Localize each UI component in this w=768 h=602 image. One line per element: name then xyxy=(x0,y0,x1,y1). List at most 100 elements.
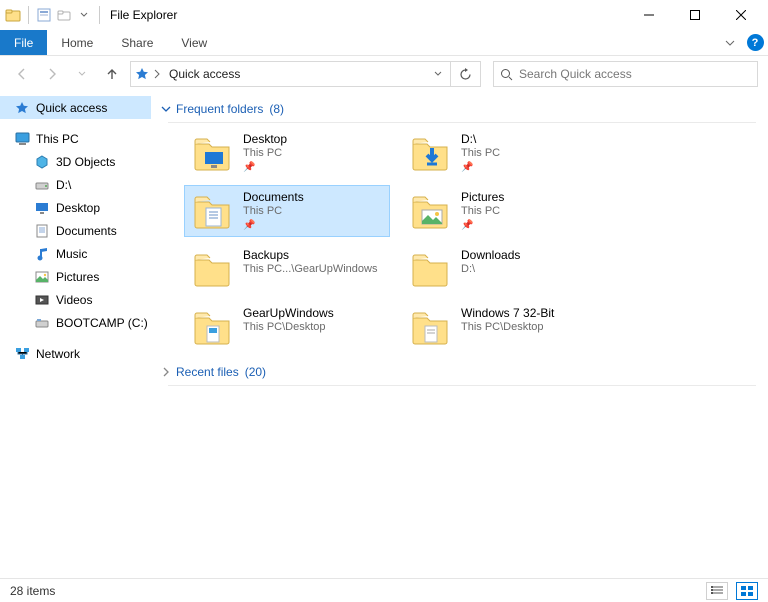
quick-access-toolbar xyxy=(4,6,104,24)
sidebar-item-label: Quick access xyxy=(36,101,107,115)
folder-location: This PC xyxy=(243,147,287,161)
sidebar-item[interactable]: Pictures xyxy=(0,265,151,288)
section-frequent-folders[interactable]: Frequent folders (8) xyxy=(160,102,756,116)
app-icon xyxy=(4,6,22,24)
folder-location: This PC\Desktop xyxy=(461,321,554,335)
sidebar-item-this-pc[interactable]: This PC xyxy=(0,127,151,150)
tab-view[interactable]: View xyxy=(167,30,221,55)
address-dropdown-icon[interactable] xyxy=(430,70,446,78)
folder-item[interactable]: Windows 7 32-BitThis PC\Desktop xyxy=(402,301,608,353)
sidebar-item[interactable]: Documents xyxy=(0,219,151,242)
navigation-pane: Quick access This PC 3D ObjectsD:\ Deskto… xyxy=(0,92,152,578)
tab-home[interactable]: Home xyxy=(47,30,107,55)
pc-icon xyxy=(14,131,30,147)
help-icon: ? xyxy=(747,34,764,51)
minimize-button[interactable] xyxy=(626,0,672,30)
sidebar-item-label: Music xyxy=(56,247,87,261)
folder-icon xyxy=(409,132,451,174)
pin-icon: 📌 xyxy=(461,220,504,233)
search-placeholder: Search Quick access xyxy=(519,67,632,81)
sidebar-item-label: Videos xyxy=(56,293,92,307)
chevron-down-icon xyxy=(160,103,172,115)
separator xyxy=(28,6,29,24)
pin-icon: 📌 xyxy=(243,162,287,175)
search-box[interactable]: Search Quick access xyxy=(493,61,758,87)
folder-item[interactable]: BackupsThis PC...\GearUpWindows xyxy=(184,243,390,295)
objects-icon xyxy=(34,154,50,170)
sidebar-item[interactable]: Music xyxy=(0,242,151,265)
address-bar[interactable]: Quick access xyxy=(130,61,451,87)
folder-name: Backups xyxy=(243,248,377,263)
folder-item[interactable]: DocumentsThis PC📌 xyxy=(184,185,390,237)
music-icon xyxy=(34,246,50,262)
refresh-button[interactable] xyxy=(451,61,481,87)
folder-name: Documents xyxy=(243,190,304,205)
close-button[interactable] xyxy=(718,0,764,30)
folder-location: This PC xyxy=(243,205,304,219)
ribbon-collapse-icon[interactable] xyxy=(718,30,742,55)
folder-item[interactable]: DownloadsD:\ xyxy=(402,243,608,295)
sidebar-item-quick-access[interactable]: Quick access xyxy=(0,96,151,119)
folder-name: Pictures xyxy=(461,190,504,205)
properties-icon[interactable] xyxy=(35,6,53,24)
sidebar-item[interactable]: Desktop xyxy=(0,196,151,219)
folder-icon xyxy=(409,248,451,290)
star-icon xyxy=(14,100,30,116)
view-details-button[interactable] xyxy=(706,582,728,600)
title-bar: File Explorer xyxy=(0,0,768,30)
sidebar-item[interactable]: Videos xyxy=(0,288,151,311)
section-count: (8) xyxy=(269,102,284,116)
folder-item[interactable]: GearUpWindowsThis PC\Desktop xyxy=(184,301,390,353)
folders-grid: DesktopThis PC📌D:\This PC📌DocumentsThis … xyxy=(160,123,756,361)
documents-icon xyxy=(34,223,50,239)
folder-icon xyxy=(409,190,451,232)
help-button[interactable]: ? xyxy=(742,30,768,55)
ribbon-tabs: File Home Share View ? xyxy=(0,30,768,56)
window-title: File Explorer xyxy=(110,8,177,22)
qat-dropdown-icon[interactable] xyxy=(75,6,93,24)
recent-locations-button[interactable] xyxy=(70,62,94,86)
folder-location: D:\ xyxy=(461,263,520,277)
back-button[interactable] xyxy=(10,62,34,86)
folder-icon xyxy=(409,306,451,348)
chevron-right-icon[interactable] xyxy=(153,69,161,79)
folder-name: Downloads xyxy=(461,248,520,263)
status-item-count: 28 items xyxy=(10,584,55,598)
sidebar-item-label: BOOTCAMP (C:) xyxy=(56,316,148,330)
section-recent-files[interactable]: Recent files (20) xyxy=(160,365,756,379)
section-title: Frequent folders xyxy=(176,102,263,116)
folder-name: D:\ xyxy=(461,132,500,147)
chevron-right-icon xyxy=(160,366,172,378)
sidebar-item-label: Desktop xyxy=(56,201,100,215)
folder-icon xyxy=(191,132,233,174)
folder-item[interactable]: PicturesThis PC📌 xyxy=(402,185,608,237)
separator xyxy=(99,6,100,24)
sidebar-item[interactable]: D:\ xyxy=(0,173,151,196)
up-button[interactable] xyxy=(100,62,124,86)
folder-item[interactable]: DesktopThis PC📌 xyxy=(184,127,390,179)
folder-item[interactable]: D:\This PC📌 xyxy=(402,127,608,179)
folder-name: GearUpWindows xyxy=(243,306,334,321)
sidebar-item[interactable]: 3D Objects xyxy=(0,150,151,173)
sidebar-item-label: Network xyxy=(36,347,80,361)
pictures-icon xyxy=(34,269,50,285)
folder-location: This PC xyxy=(461,205,504,219)
new-folder-icon[interactable] xyxy=(55,6,73,24)
tab-file[interactable]: File xyxy=(0,30,47,55)
sidebar-item-label: Pictures xyxy=(56,270,99,284)
search-icon xyxy=(500,68,513,81)
sidebar-item[interactable]: BOOTCAMP (C:) xyxy=(0,311,151,334)
pin-icon: 📌 xyxy=(461,162,500,175)
tab-share[interactable]: Share xyxy=(107,30,167,55)
sidebar-item-network[interactable]: Network xyxy=(0,342,151,365)
folder-location: This PC\Desktop xyxy=(243,321,334,335)
folder-location: This PC xyxy=(461,147,500,161)
videos-icon xyxy=(34,292,50,308)
view-large-icons-button[interactable] xyxy=(736,582,758,600)
breadcrumb[interactable]: Quick access xyxy=(165,67,244,81)
maximize-button[interactable] xyxy=(672,0,718,30)
forward-button[interactable] xyxy=(40,62,64,86)
folder-name: Windows 7 32-Bit xyxy=(461,306,554,321)
folder-location: This PC...\GearUpWindows xyxy=(243,263,377,277)
folder-icon xyxy=(191,190,233,232)
